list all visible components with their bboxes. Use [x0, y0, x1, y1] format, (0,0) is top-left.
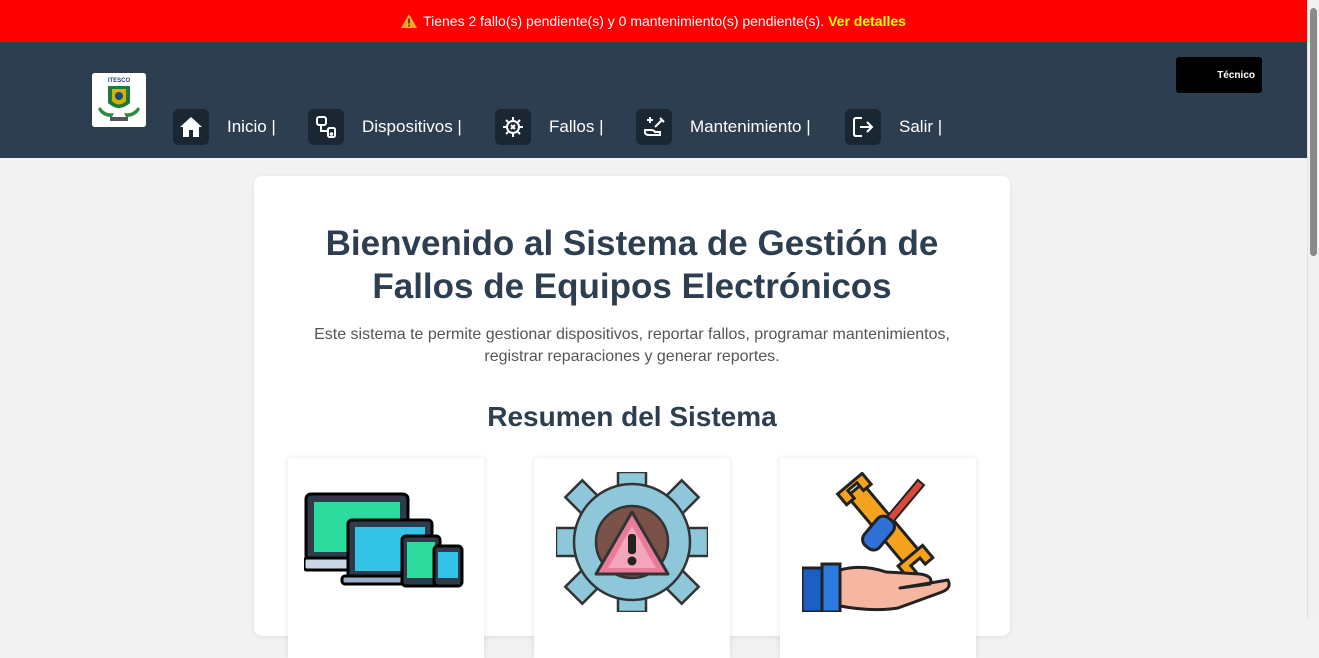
- nav-label: Fallos |: [549, 117, 604, 136]
- view-details-link[interactable]: Ver detalles: [828, 13, 906, 29]
- alert-message: Tienes 2 fallo(s) pendiente(s) y 0 mante…: [423, 13, 825, 29]
- page-description: Este sistema te permite gestionar dispos…: [274, 324, 990, 368]
- fault-gear-warning-icon: [556, 472, 708, 612]
- title-line-2: Fallos de Equipos Electrónicos: [372, 267, 892, 306]
- maintenance-icon: [636, 109, 672, 145]
- role-label: Técnico: [1217, 69, 1255, 81]
- user-role-badge[interactable]: Técnico: [1176, 57, 1262, 93]
- logout-icon: [845, 109, 881, 145]
- itesco-logo[interactable]: ITESCO: [92, 73, 146, 127]
- scrollbar-thumb[interactable]: [1310, 8, 1317, 256]
- warning-icon: [401, 14, 418, 28]
- page-title: Bienvenido al Sistema de Gestión de Fall…: [254, 222, 1010, 308]
- nav-inicio[interactable]: Inicio |: [173, 109, 276, 145]
- summary-card-devices[interactable]: [288, 458, 484, 658]
- nav-label: Dispositivos |: [362, 117, 462, 136]
- description-line-1: Este sistema te permite gestionar dispos…: [314, 326, 950, 343]
- repair-tools-hand-icon: [802, 472, 951, 612]
- nav-fallos[interactable]: Fallos |: [495, 109, 604, 145]
- welcome-card: Bienvenido al Sistema de Gestión de Fall…: [254, 176, 1010, 658]
- title-line-1: Bienvenido al Sistema de Gestión de: [325, 224, 939, 263]
- top-navbar: ITESCO Inicio | Dispositivos | Fallos | …: [0, 42, 1307, 158]
- devices-icon: [308, 109, 344, 145]
- nav-label: Mantenimiento |: [690, 117, 811, 136]
- nav-label: Salir |: [899, 117, 943, 136]
- description-line-2: registrar reparaciones y generar reporte…: [484, 348, 780, 365]
- pending-alert-banner: Tienes 2 fallo(s) pendiente(s) y 0 mante…: [0, 0, 1307, 42]
- nav-salir[interactable]: Salir |: [845, 109, 942, 145]
- summary-card-faults[interactable]: [534, 458, 730, 658]
- nav-label: Inicio |: [227, 117, 276, 136]
- faults-icon: [495, 109, 531, 145]
- logo-text: ITESCO: [108, 78, 131, 84]
- home-icon: [173, 109, 209, 145]
- summary-title: Resumen del Sistema: [487, 401, 777, 432]
- nav-dispositivos[interactable]: Dispositivos |: [308, 109, 462, 145]
- nav-mantenimiento[interactable]: Mantenimiento |: [636, 109, 811, 145]
- devices-illustration-icon: [304, 492, 464, 588]
- summary-card-maintenance[interactable]: [780, 458, 976, 658]
- page-scrollbar[interactable]: [1307, 0, 1319, 620]
